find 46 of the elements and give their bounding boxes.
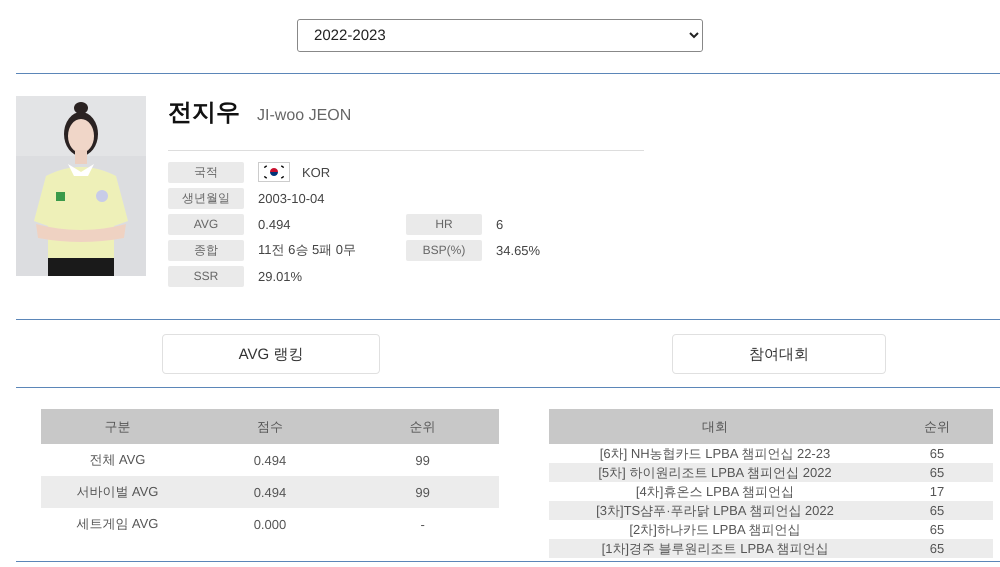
- field-value: 29.01%: [258, 268, 302, 284]
- table-cell: [3차]TS샴푸·푸라닭 LPBA 챔피언십 2022: [549, 501, 881, 520]
- table-cell: 0.000: [194, 508, 346, 540]
- field-label: AVG: [168, 214, 244, 234]
- flag-icon: [258, 162, 290, 182]
- table-cell: -: [346, 508, 499, 540]
- table-cell: [6차] NH농협카드 LPBA 챔피언십 22-23: [549, 444, 881, 463]
- field-value: 6: [496, 216, 504, 232]
- field-value: 34.65%: [496, 242, 540, 258]
- table-cell: 99: [346, 444, 499, 476]
- season-select[interactable]: 2022-2023: [297, 19, 703, 52]
- table-cell: [1차]경주 블루원리조트 LPBA 챔피언십: [549, 539, 881, 558]
- field-label: HR: [406, 214, 482, 234]
- player-name: 전지우: [168, 98, 240, 128]
- table-cell: 99: [346, 476, 499, 508]
- field-value: 11전 6승 5패 0무: [258, 241, 356, 259]
- table-cell: 전체 AVG: [41, 444, 194, 476]
- field-label: SSR: [168, 266, 244, 286]
- field-label: 생년월일: [168, 188, 244, 208]
- section-button[interactable]: 참여대회: [672, 334, 886, 374]
- table-cell: [4차]휴온스 LPBA 챔피언십: [549, 482, 881, 501]
- field-label: 종합: [168, 240, 244, 260]
- table-cell: 서바이벌 AVG: [41, 476, 194, 508]
- player-name-english: JI-woo JEON: [257, 107, 352, 125]
- table-cell: 0.494: [194, 444, 346, 476]
- column-header: 구분: [41, 409, 194, 444]
- table-cell: 65: [881, 501, 993, 520]
- table-cell: [5차] 하이원리조트 LPBA 챔피언십 2022: [549, 463, 881, 482]
- column-header: 점수: [194, 409, 346, 444]
- column-header: 순위: [881, 409, 993, 444]
- table-cell: 0.494: [194, 476, 346, 508]
- table-cell: 65: [881, 444, 993, 463]
- section-button[interactable]: AVG 랭킹: [162, 334, 380, 374]
- table-cell: 65: [881, 539, 993, 558]
- table-cell: 65: [881, 463, 993, 482]
- column-header: 대회: [549, 409, 881, 444]
- field-value: 2003-10-04: [258, 190, 324, 206]
- column-header: 순위: [346, 409, 499, 444]
- field-value: KOR: [302, 164, 330, 180]
- field-value: 0.494: [258, 216, 291, 232]
- field-label: 국적: [168, 162, 244, 182]
- table-cell: [2차]하나카드 LPBA 챔피언십: [549, 520, 881, 539]
- table-cell: 17: [881, 482, 993, 501]
- table-cell: 세트게임 AVG: [41, 508, 194, 540]
- table-cell: 65: [881, 520, 993, 539]
- field-label: BSP(%): [406, 240, 482, 260]
